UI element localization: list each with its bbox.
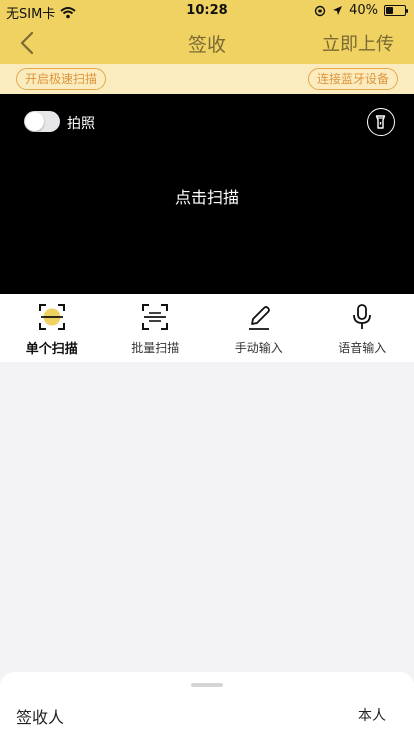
tab-manual-input[interactable]: 手动输入 [207, 294, 311, 362]
signer-value[interactable]: 本人 [358, 705, 386, 725]
input-mode-tabs: 单个扫描 批量扫描 手动输入 语音输入 [0, 294, 414, 362]
photo-toggle[interactable] [24, 111, 60, 132]
batch-scan-icon [142, 304, 169, 330]
tab-voice-input[interactable]: 语音输入 [311, 294, 414, 362]
sheet-handle[interactable] [191, 683, 223, 687]
mode-label: 单个扫描 [25, 342, 78, 357]
camera-view[interactable]: 拍照 点击扫描 [0, 94, 414, 294]
signer-label: 签收人 [16, 708, 65, 727]
tab-single-scan[interactable]: 单个扫描 [0, 294, 104, 362]
status-bar: 无SIM卡 10:28 40% [0, 0, 414, 22]
flashlight-icon [375, 115, 386, 129]
toggle-knob [25, 112, 44, 131]
battery-icon [384, 5, 408, 16]
nav-bar: 签收 立即上传 [0, 22, 414, 64]
mode-label: 手动输入 [234, 341, 283, 355]
mode-label: 语音输入 [338, 341, 387, 355]
single-scan-icon [38, 304, 65, 330]
fast-scan-button[interactable]: 开启极速扫描 [16, 68, 107, 90]
orientation-lock-icon [314, 5, 326, 16]
location-icon [333, 6, 343, 15]
microphone-icon [353, 304, 372, 329]
connect-bluetooth-button[interactable]: 连接蓝牙设备 [307, 68, 398, 90]
battery-fill [386, 7, 393, 14]
bottom-sheet[interactable]: 签收人 本人 [0, 672, 414, 736]
options-bar: 开启极速扫描 连接蓝牙设备 [0, 64, 414, 94]
flashlight-button[interactable] [367, 108, 395, 136]
pencil-icon [248, 306, 270, 330]
tab-batch-scan[interactable]: 批量扫描 [104, 294, 208, 362]
battery-percent: 40% [349, 3, 378, 18]
status-right: 40% [314, 3, 408, 18]
upload-now-button[interactable]: 立即上传 [322, 30, 394, 56]
mode-label: 批量扫描 [131, 341, 180, 355]
photo-label: 拍照 [67, 116, 95, 132]
header: 无SIM卡 10:28 40% 签收 立即上传 [0, 0, 414, 64]
tap-to-scan[interactable]: 点击扫描 [0, 184, 414, 208]
